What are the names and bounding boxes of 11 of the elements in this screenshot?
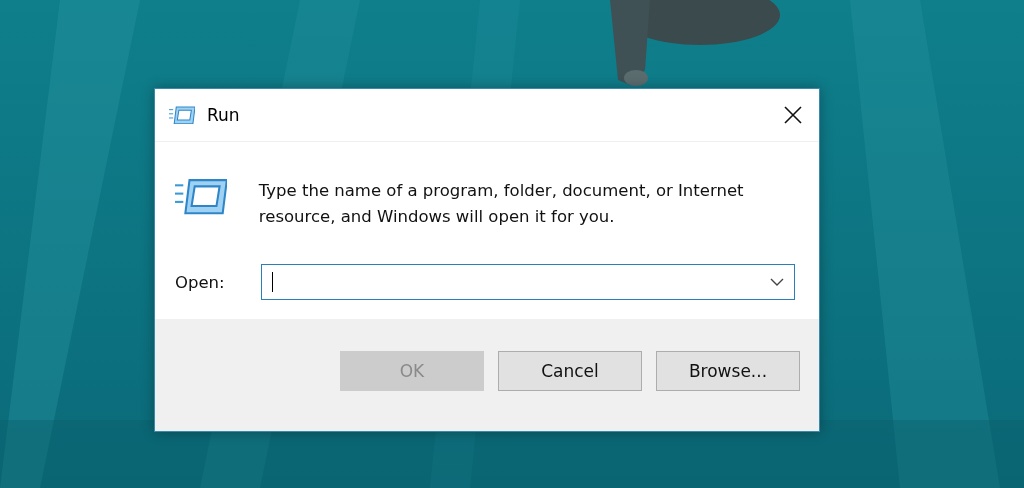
text-cursor — [272, 272, 273, 292]
chevron-down-icon[interactable] — [770, 278, 784, 286]
open-label: Open: — [175, 272, 226, 292]
message: Type the name of a program, folder, document, or Internet resource, and Windows will open it for you. — [258, 180, 745, 228]
run-icon — [175, 178, 227, 216]
run-icon — [169, 105, 195, 125]
cancel-button[interactable]: Cancel — [498, 351, 642, 391]
browse-button[interactable]: Browse... — [656, 351, 800, 391]
open-combobox[interactable] — [261, 264, 795, 300]
close-icon — [784, 106, 802, 124]
window-title: Run — [207, 105, 241, 125]
